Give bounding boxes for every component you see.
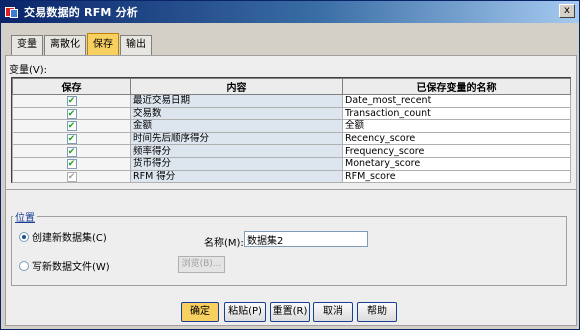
tab-variables[interactable]: 变量 xyxy=(11,35,43,55)
content-cell: RFM 得分 xyxy=(130,169,343,184)
radio-write-file-label: 写新数据文件(W) xyxy=(32,262,110,273)
variable-name-cell[interactable]: Recency_score xyxy=(342,131,571,146)
content-cell: 交易数 xyxy=(130,106,343,121)
variables-grid: 保存 内容 已保存变量的名称 ✔ 最近交易日期 Date_most_recent… xyxy=(11,77,571,184)
save-checkbox[interactable]: ✔ xyxy=(66,96,77,107)
save-checkbox[interactable]: ✔ xyxy=(66,134,77,145)
cancel-button[interactable]: 取消 xyxy=(313,302,353,322)
title-bar: 交易数据的 RFM 分析 x xyxy=(1,1,579,23)
browse-button: 浏览(B)... xyxy=(178,256,225,273)
table-row: ✔ 金额 全额 xyxy=(12,119,571,133)
table-row: ✔ 交易数 Transaction_count xyxy=(12,106,571,121)
variable-name-cell[interactable]: Frequency_score xyxy=(342,144,571,158)
variables-label: 变量(V): xyxy=(9,65,48,76)
table-row: ✔ 时间先后顺序得分 Recency_score xyxy=(12,131,571,146)
location-group-label: 位置 xyxy=(13,209,37,224)
save-checkbox-disabled: ✔ xyxy=(66,171,77,182)
dataset-name-input[interactable] xyxy=(244,231,368,247)
app-icon xyxy=(5,5,19,19)
tab-discretize[interactable]: 离散化 xyxy=(44,35,86,55)
window-title: 交易数据的 RFM 分析 xyxy=(24,6,138,19)
dataset-name-label: 名称(M): xyxy=(204,238,244,249)
tab-save[interactable]: 保存 xyxy=(87,33,119,55)
table-row: ✔ 频率得分 Frequency_score xyxy=(12,144,571,158)
radio-unselected-icon xyxy=(19,260,29,271)
variable-name-cell[interactable]: Monetary_score xyxy=(342,156,571,171)
content-cell: 货币得分 xyxy=(130,156,343,171)
save-checkbox[interactable]: ✔ xyxy=(66,146,77,157)
variable-name-cell[interactable]: Transaction_count xyxy=(342,106,571,121)
paste-button[interactable]: 粘贴(P) xyxy=(224,302,266,322)
save-checkbox[interactable]: ✔ xyxy=(66,121,77,132)
content-cell: 金额 xyxy=(130,119,343,133)
content-cell: 时间先后顺序得分 xyxy=(130,131,343,146)
radio-new-dataset-label: 创建新数据集(C) xyxy=(32,233,107,244)
save-checkbox[interactable]: ✔ xyxy=(66,108,77,119)
reset-button[interactable]: 重置(R) xyxy=(270,302,310,322)
header-content: 内容 xyxy=(130,78,343,95)
variable-name-cell[interactable]: RFM_score xyxy=(342,169,571,184)
header-save: 保存 xyxy=(12,78,131,95)
header-saved-name: 已保存变量的名称 xyxy=(342,78,571,95)
radio-selected-icon xyxy=(19,231,29,242)
save-checkbox[interactable]: ✔ xyxy=(66,159,77,170)
location-group xyxy=(11,216,567,286)
close-button[interactable]: x xyxy=(559,4,575,18)
rfm-dialog: 交易数据的 RFM 分析 x 变量 离散化 保存 输出 变量(V): 保存 内容… xyxy=(0,0,580,330)
variable-name-cell[interactable]: Date_most_recent xyxy=(342,94,571,108)
table-row: ✔ 货币得分 Monetary_score xyxy=(12,156,571,171)
ok-button[interactable]: 确定 xyxy=(181,302,219,322)
radio-write-file[interactable]: 写新数据文件(W) xyxy=(19,258,110,273)
help-button[interactable]: 帮助 xyxy=(357,302,397,322)
radio-new-dataset[interactable]: 创建新数据集(C) xyxy=(19,229,107,244)
content-cell: 最近交易日期 xyxy=(130,94,343,108)
table-row: ✔ 最近交易日期 Date_most_recent xyxy=(12,94,571,108)
variable-name-cell[interactable]: 全额 xyxy=(342,119,571,133)
content-cell: 频率得分 xyxy=(130,144,343,158)
tab-bar: 变量 离散化 保存 输出 xyxy=(11,33,153,55)
table-row: ✔ RFM 得分 RFM_score xyxy=(12,169,571,184)
tab-output[interactable]: 输出 xyxy=(120,35,152,55)
